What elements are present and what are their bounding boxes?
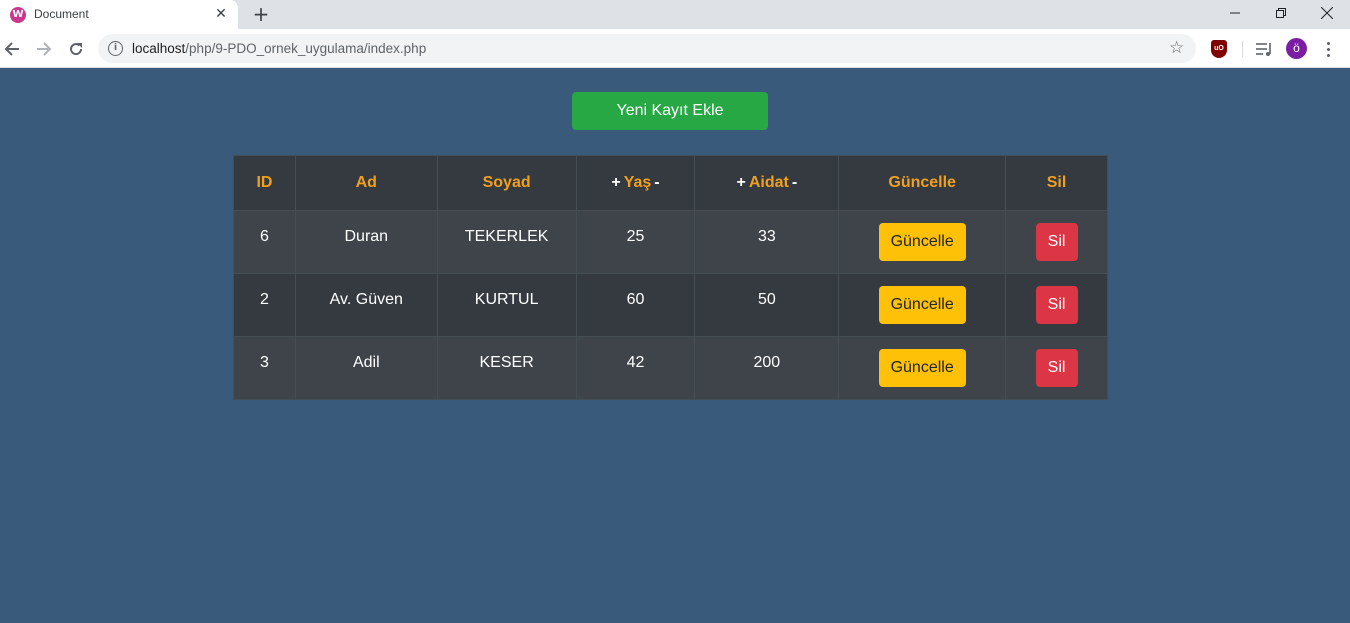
reload-icon [70, 43, 83, 56]
header-soyad: Soyad [436, 155, 577, 211]
cell-soyad: KESER [436, 336, 577, 400]
browser-menu-icon[interactable] [1320, 37, 1336, 61]
cell-yas: 25 [575, 210, 696, 274]
delete-button[interactable]: Sil [1035, 349, 1078, 387]
cell-yas: 42 [575, 336, 696, 400]
header-sil: Sil [1005, 155, 1108, 211]
sort-yas-asc-button[interactable]: + [608, 174, 623, 191]
header-aidat: + Aidat - [694, 155, 840, 211]
header-ad: Ad [294, 155, 438, 211]
window-restore-button[interactable] [1258, 0, 1304, 26]
cell-ad: Adil [294, 336, 438, 400]
sort-aidat-asc-button[interactable]: + [734, 174, 749, 191]
address-bar[interactable]: i localhost/php/9-PDO_ornek_uygulama/ind… [98, 34, 1196, 63]
browser-toolbar: i localhost/php/9-PDO_ornek_uygulama/ind… [0, 29, 1350, 68]
cell-aidat: 50 [694, 273, 840, 337]
cell-delete: Sil [1005, 210, 1108, 274]
back-button[interactable] [0, 37, 24, 61]
header-yas-label: Yaş [623, 174, 652, 191]
new-tab-button[interactable]: + [250, 3, 272, 25]
update-button[interactable]: Güncelle [878, 349, 966, 387]
tab-strip: W Document ✕ + [0, 0, 1350, 29]
table-row: 3 Adil KESER 42 200 Güncelle Sil [233, 336, 1108, 400]
table-row: 6 Duran TEKERLEK 25 33 Güncelle Sil [233, 210, 1108, 274]
toolbar-divider [1242, 41, 1243, 57]
media-control-icon[interactable] [1255, 40, 1273, 58]
header-guncelle: Güncelle [838, 155, 1007, 211]
header-yas: + Yaş - [575, 155, 696, 211]
update-button[interactable]: Güncelle [878, 223, 966, 261]
window-close-button[interactable] [1304, 0, 1350, 26]
cell-id: 6 [233, 210, 296, 274]
table-row: 2 Av. Güven KURTUL 60 50 Güncelle Sil [233, 273, 1108, 337]
cell-ad: Duran [294, 210, 438, 274]
cell-delete: Sil [1005, 336, 1108, 400]
cell-update: Güncelle [838, 210, 1007, 274]
cell-ad: Av. Güven [294, 273, 438, 337]
tab-close-icon[interactable]: ✕ [212, 5, 230, 23]
favicon-icon: W [10, 7, 26, 23]
arrow-right-icon [37, 42, 52, 56]
forward-button[interactable] [32, 37, 56, 61]
url-path: /php/9-PDO_ornek_uygulama/index.php [185, 41, 427, 56]
ublock-extension-icon[interactable]: uO [1211, 40, 1227, 58]
url-host: localhost [132, 41, 186, 56]
minimize-icon [1230, 12, 1240, 14]
cell-update: Güncelle [838, 336, 1007, 400]
close-icon [1321, 7, 1333, 19]
cell-aidat: 33 [694, 210, 840, 274]
bookmark-star-icon[interactable]: ☆ [1169, 38, 1184, 58]
reload-button[interactable] [64, 37, 88, 61]
cell-update: Güncelle [838, 273, 1007, 337]
cell-id: 3 [233, 336, 296, 400]
arrow-left-icon [4, 42, 19, 56]
cell-aidat: 200 [694, 336, 840, 400]
cell-id: 2 [233, 273, 296, 337]
cell-delete: Sil [1005, 273, 1108, 337]
sort-aidat-desc-button[interactable]: - [789, 174, 800, 191]
table-header-row: ID Ad Soyad + Yaş - + Aidat - Güncelle Sil [233, 155, 1108, 211]
add-record-button[interactable]: Yeni Kayıt Ekle [572, 92, 768, 130]
info-icon[interactable]: i [108, 41, 123, 56]
browser-tab[interactable]: W Document ✕ [0, 0, 238, 29]
cell-soyad: TEKERLEK [436, 210, 577, 274]
profile-avatar[interactable]: ö [1286, 38, 1307, 59]
url-text[interactable]: localhost/php/9-PDO_ornek_uygulama/index… [132, 41, 426, 56]
header-id: ID [233, 155, 296, 211]
update-button[interactable]: Güncelle [878, 286, 966, 324]
delete-button[interactable]: Sil [1035, 223, 1078, 261]
cell-yas: 60 [575, 273, 696, 337]
cell-soyad: KURTUL [436, 273, 577, 337]
records-table: ID Ad Soyad + Yaş - + Aidat - Güncelle Sil 6… [233, 155, 1108, 400]
sort-yas-desc-button[interactable]: - [651, 174, 662, 191]
restore-icon [1276, 8, 1286, 18]
tab-title: Document [34, 7, 89, 21]
delete-button[interactable]: Sil [1035, 286, 1078, 324]
header-aidat-label: Aidat [748, 174, 789, 191]
window-minimize-button[interactable] [1212, 0, 1258, 26]
